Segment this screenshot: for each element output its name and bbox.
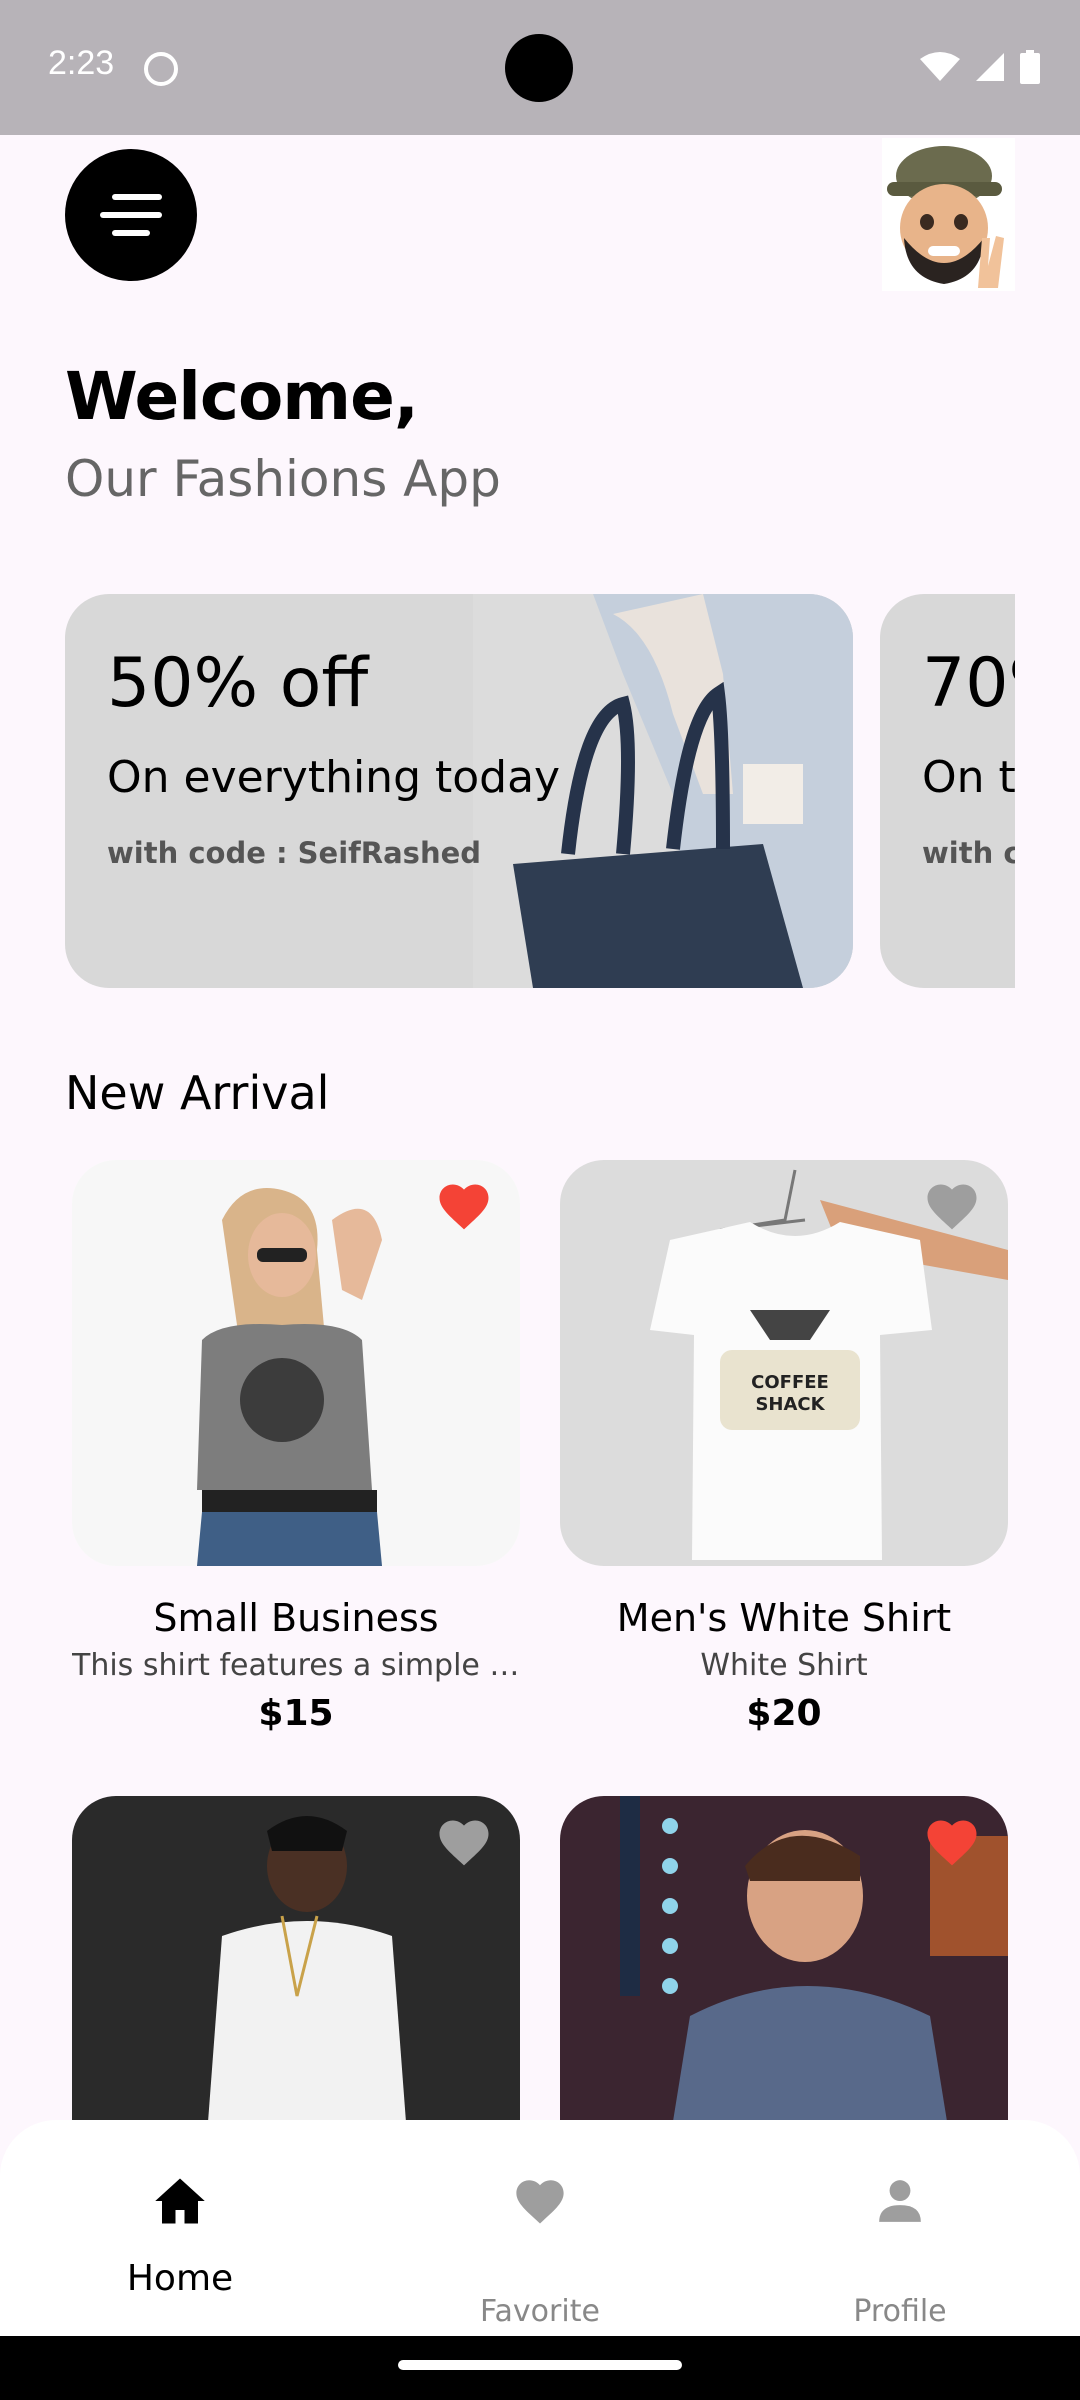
person-icon: [879, 2180, 921, 2222]
product-card[interactable]: COFFEE SHACK Men's White Shirt White Shi…: [560, 1160, 1008, 1734]
product-image: COFFEE SHACK: [560, 1160, 1008, 1566]
welcome-title: Welcome,: [65, 358, 419, 435]
product-description: White Shirt: [700, 1648, 868, 1683]
product-image: [72, 1160, 520, 1566]
product-price: $20: [746, 1693, 822, 1734]
promo-card[interactable]: 70% off On this with code: [880, 594, 1015, 988]
notification-icon: [144, 52, 178, 86]
menu-icon: [100, 194, 162, 236]
promo-line: On this: [922, 752, 1015, 803]
home-icon: [155, 2178, 205, 2224]
heart-icon[interactable]: [436, 1816, 492, 1868]
promo-card[interactable]: 50% off On everything today with code : …: [65, 594, 853, 988]
status-bar: 2:23: [0, 0, 1080, 135]
svg-text:SHACK: SHACK: [755, 1394, 825, 1415]
nav-item-favorite[interactable]: Favorite: [360, 2120, 720, 2336]
promo-code: with code: [922, 836, 1015, 870]
nav-item-home[interactable]: Home: [0, 2120, 360, 2336]
menu-button[interactable]: [65, 149, 197, 281]
nav-label-favorite: Favorite: [480, 2294, 600, 2329]
promo-line: On everything today: [107, 752, 561, 803]
gesture-handle[interactable]: [398, 2360, 682, 2370]
avatar[interactable]: [882, 138, 1015, 291]
avatar-memoji: [887, 146, 1004, 288]
promo-carousel[interactable]: 50% off On everything today with code : …: [65, 594, 1015, 988]
product-name: Small Business: [153, 1596, 439, 1640]
battery-icon: [1020, 50, 1040, 84]
product-card[interactable]: Small Business This shirt features a sim…: [72, 1160, 520, 1734]
promo-code: with code : SeifRashed: [107, 836, 482, 870]
wifi-icon: [920, 52, 960, 81]
camera-cutout: [505, 34, 573, 102]
product-description: This shirt features a simple a...: [72, 1648, 520, 1683]
bottom-navigation: Home Favorite Profile: [0, 2120, 1080, 2336]
heart-icon[interactable]: [924, 1816, 980, 1868]
nav-item-profile[interactable]: Profile: [720, 2120, 1080, 2336]
status-time: 2:23: [48, 44, 115, 82]
nav-label-home: Home: [126, 2258, 234, 2299]
nav-label-profile: Profile: [853, 2294, 947, 2329]
heart-icon[interactable]: [436, 1180, 492, 1232]
signal-icon: [976, 53, 1004, 81]
status-icons: [920, 50, 1040, 84]
system-gesture-bar: [0, 2336, 1080, 2400]
heart-icon[interactable]: [924, 1180, 980, 1232]
promo-discount: 70% off: [922, 644, 1015, 723]
section-title-new-arrival: New Arrival: [65, 1066, 330, 1120]
product-name: Men's White Shirt: [616, 1596, 952, 1640]
svg-text:COFFEE: COFFEE: [751, 1372, 829, 1393]
welcome-subtitle: Our Fashions App: [65, 450, 501, 508]
promo-discount: 50% off: [107, 644, 369, 723]
heart-icon: [516, 2180, 564, 2224]
product-price: $15: [258, 1693, 334, 1734]
